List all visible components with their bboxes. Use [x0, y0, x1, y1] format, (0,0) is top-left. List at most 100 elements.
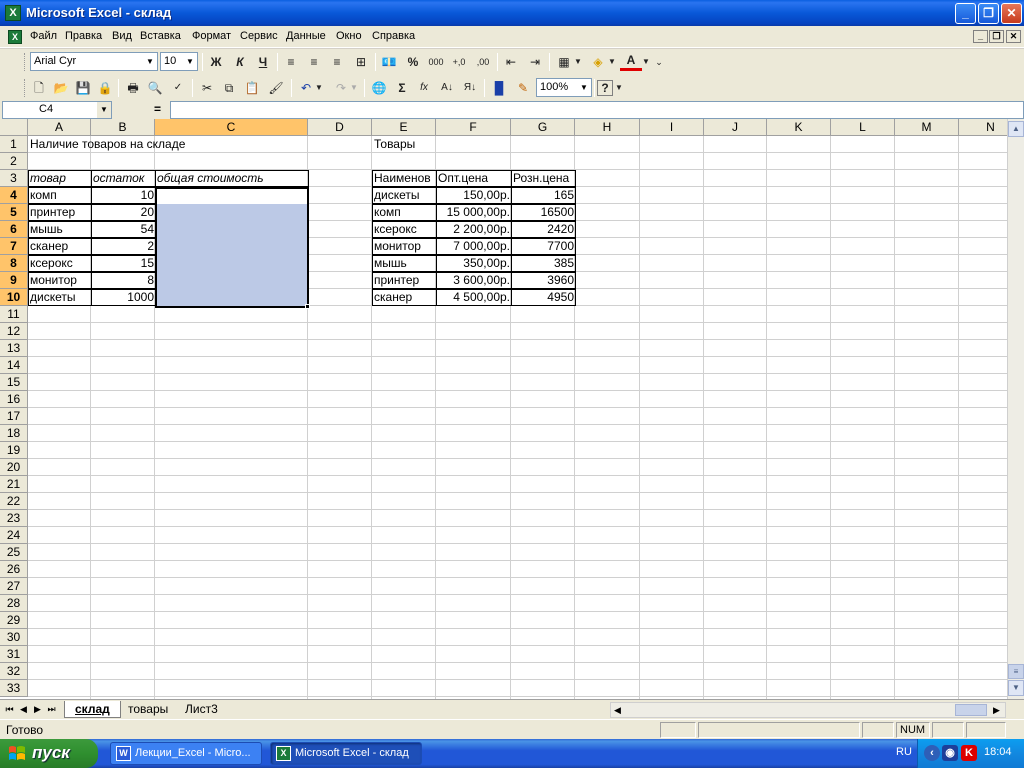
maximize-button[interactable]: ❐ [978, 3, 999, 24]
price-retail-cell[interactable]: 385 [511, 255, 576, 272]
doc-restore-button[interactable]: ❐ [989, 30, 1004, 43]
thousands-separator-button[interactable]: 000 [425, 52, 447, 72]
font-size-select[interactable]: 10 ▼ [160, 52, 198, 71]
hyperlink-globe-icon[interactable]: 🌐 [368, 78, 390, 98]
column-header-b[interactable]: B [91, 119, 155, 136]
row-header-20[interactable]: 20 [0, 459, 28, 476]
select-all-corner[interactable] [0, 119, 28, 136]
permission-icon[interactable]: 🔒 [94, 78, 116, 98]
column-header-i[interactable]: I [640, 119, 704, 136]
row-header-7[interactable]: 7 [0, 238, 28, 255]
font-name-select[interactable]: Arial Cyr ▼ [30, 52, 158, 71]
price-name-cell[interactable]: комп [372, 204, 437, 221]
row-header-29[interactable]: 29 [0, 612, 28, 629]
price-wholesale-cell[interactable]: 4 500,00р. [436, 289, 512, 306]
menu-insert[interactable]: Вставка [140, 30, 181, 42]
row-header-27[interactable]: 27 [0, 578, 28, 595]
price-name-cell[interactable]: дискеты [372, 187, 437, 204]
inventory-qty-cell[interactable]: 8 [91, 272, 156, 289]
inventory-qty-cell[interactable]: 10 [91, 187, 156, 204]
taskbar-window-word[interactable]: W Лекции_Excel - Micro... [110, 742, 262, 765]
cell-e3-header[interactable]: Наименов [372, 170, 437, 187]
selected-range[interactable] [155, 187, 309, 308]
inventory-item-cell[interactable]: мышь [28, 221, 92, 238]
price-retail-cell[interactable]: 3960 [511, 272, 576, 289]
row-header-2[interactable]: 2 [0, 153, 28, 170]
cell-c3-header[interactable]: общая стоимость [155, 170, 309, 187]
column-header-n[interactable]: N [959, 119, 1007, 136]
column-header-f[interactable]: F [436, 119, 511, 136]
doc-close-button[interactable]: ✕ [1006, 30, 1021, 43]
inventory-qty-cell[interactable]: 54 [91, 221, 156, 238]
excel-app-icon[interactable]: X [5, 5, 21, 21]
price-wholesale-cell[interactable]: 150,00р. [436, 187, 512, 204]
column-header-c[interactable]: C [155, 119, 308, 136]
cell-b3-header[interactable]: остаток [91, 170, 156, 187]
menu-tools[interactable]: Сервис [240, 30, 278, 42]
chevron-down-icon[interactable]: ▼ [614, 78, 624, 98]
inventory-item-cell[interactable]: дискеты [28, 289, 92, 306]
cell-a1-title[interactable]: Наличие товаров на складе [28, 136, 228, 153]
inventory-qty-cell[interactable]: 15 [91, 255, 156, 272]
insert-function-button[interactable]: fx [413, 78, 435, 98]
column-header-h[interactable]: H [575, 119, 640, 136]
align-center-icon[interactable]: ≡ [303, 52, 325, 72]
toolbar-options-icon[interactable]: ⌄ [654, 52, 664, 72]
help-button[interactable]: ? [597, 80, 613, 96]
vertical-scrollbar[interactable]: ▲ ≡ ▼ [1007, 119, 1024, 699]
row-header-15[interactable]: 15 [0, 374, 28, 391]
row-header-17[interactable]: 17 [0, 408, 28, 425]
cell-e1-title[interactable]: Товары [372, 136, 436, 153]
menu-format[interactable]: Формат [192, 30, 231, 42]
inventory-item-cell[interactable]: комп [28, 187, 92, 204]
align-left-icon[interactable]: ≡ [280, 52, 302, 72]
row-header-32[interactable]: 32 [0, 663, 28, 680]
menu-help[interactable]: Справка [372, 30, 415, 42]
paste-icon[interactable]: 📋 [241, 78, 263, 98]
price-name-cell[interactable]: принтер [372, 272, 437, 289]
column-header-l[interactable]: L [831, 119, 895, 136]
price-retail-cell[interactable]: 165 [511, 187, 576, 204]
toolbar-grip[interactable] [24, 53, 27, 71]
taskbar-window-excel[interactable]: X Microsoft Excel - склад [270, 742, 422, 765]
row-header-23[interactable]: 23 [0, 510, 28, 527]
new-document-icon[interactable]: 🗋 [28, 78, 50, 98]
price-wholesale-cell[interactable]: 3 600,00р. [436, 272, 512, 289]
row-header-26[interactable]: 26 [0, 561, 28, 578]
minimize-button[interactable]: _ [955, 3, 976, 24]
tab-list3[interactable]: Лист3 [175, 701, 228, 718]
chevron-down-icon[interactable]: ▼ [607, 52, 617, 72]
price-name-cell[interactable]: монитор [372, 238, 437, 255]
fill-color-icon[interactable]: ◈ [587, 52, 609, 72]
open-folder-icon[interactable]: 📂 [50, 78, 72, 98]
drawing-icon[interactable]: ✎ [512, 78, 534, 98]
scroll-up-icon[interactable]: ▲ [1008, 121, 1024, 137]
price-wholesale-cell[interactable]: 15 000,00р. [436, 204, 512, 221]
column-header-j[interactable]: J [704, 119, 767, 136]
row-header-25[interactable]: 25 [0, 544, 28, 561]
scroll-down-icon[interactable]: ▼ [1008, 680, 1024, 696]
sort-ascending-icon[interactable]: A↓ [436, 78, 458, 98]
row-header-16[interactable]: 16 [0, 391, 28, 408]
tray-arrow-icon[interactable]: ‹ [924, 745, 940, 761]
next-sheet-icon[interactable]: ▶ [32, 703, 43, 716]
doc-minimize-button[interactable]: _ [973, 30, 988, 43]
merge-center-icon[interactable]: ⊞ [350, 52, 372, 72]
row-header-21[interactable]: 21 [0, 476, 28, 493]
underline-button[interactable]: Ч [252, 52, 274, 72]
menu-file[interactable]: Файл [30, 30, 57, 42]
price-wholesale-cell[interactable]: 7 000,00р. [436, 238, 512, 255]
chevron-down-icon[interactable]: ▼ [314, 78, 324, 98]
chevron-down-icon[interactable]: ▼ [573, 52, 583, 72]
align-right-icon[interactable]: ≡ [326, 52, 348, 72]
row-header-5[interactable]: 5 [0, 204, 28, 221]
currency-icon[interactable]: 💶 [378, 52, 400, 72]
column-header-m[interactable]: M [895, 119, 959, 136]
column-header-d[interactable]: D [308, 119, 372, 136]
network-icon[interactable]: ◉ [942, 745, 958, 761]
increase-indent-icon[interactable]: ⇥ [524, 52, 546, 72]
cut-icon[interactable]: ✂ [196, 78, 218, 98]
price-retail-cell[interactable]: 7700 [511, 238, 576, 255]
price-retail-cell[interactable]: 4950 [511, 289, 576, 306]
column-header-g[interactable]: G [511, 119, 575, 136]
